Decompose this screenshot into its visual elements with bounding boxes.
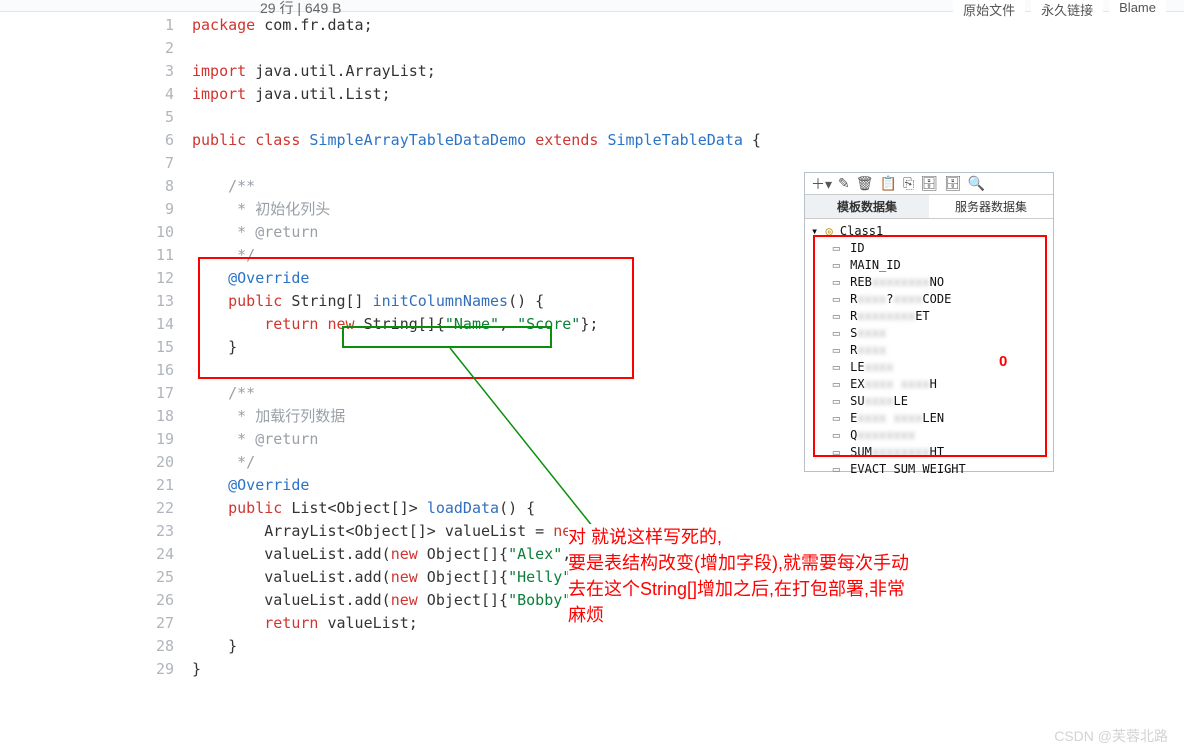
code-line: 1package com.fr.data; <box>148 14 1168 37</box>
line-number: 11 <box>148 244 192 267</box>
line-number: 8 <box>148 175 192 198</box>
tree-field[interactable]: ▭ EVACT SUM WEIGHT <box>811 461 1047 478</box>
db1-icon[interactable]: ⎘ <box>903 175 914 192</box>
line-number: 25 <box>148 566 192 589</box>
line-number: 12 <box>148 267 192 290</box>
code-line: 3import java.util.ArrayList; <box>148 60 1168 83</box>
line-number: 1 <box>148 14 192 37</box>
line-number: 29 <box>148 658 192 681</box>
dataset-toolbar: ＋▾ ✎ 🗑 📋 ⎘ 🗄 🗄 🔍 <box>805 173 1053 195</box>
code-content: */ <box>192 451 255 474</box>
code-content: * 加载行列数据 <box>192 405 345 428</box>
search-icon[interactable]: 🔍 <box>968 175 985 192</box>
code-content: return new String[]{"Name", "Score"}; <box>192 313 598 336</box>
tree-field[interactable]: ▭ Rxxxx?xxxxCODE <box>811 291 1047 308</box>
code-content: } <box>192 336 237 359</box>
line-number: 18 <box>148 405 192 428</box>
code-content: valueList.add(new Object[]{"Alex", 15}); <box>192 543 626 566</box>
code-content: @Override <box>192 474 309 497</box>
line-number: 26 <box>148 589 192 612</box>
line-number: 6 <box>148 129 192 152</box>
watermark: CSDN @芙蓉北路 <box>1054 726 1168 746</box>
line-number: 3 <box>148 60 192 83</box>
line-number: 9 <box>148 198 192 221</box>
code-content: return valueList; <box>192 612 418 635</box>
tree-field[interactable]: ▭ Qxxxxxxxx <box>811 427 1047 444</box>
plus-icon[interactable]: ＋▾ <box>811 174 832 194</box>
tree-field[interactable]: ▭ Exxxx xxxxLEN <box>811 410 1047 427</box>
code-line: 28 } <box>148 635 1168 658</box>
code-content: import java.util.ArrayList; <box>192 60 436 83</box>
code-line: 29} <box>148 658 1168 681</box>
tree-field[interactable]: ▭ LExxxx <box>811 359 1047 376</box>
tree-field[interactable]: ▭ RxxxxxxxxET <box>811 308 1047 325</box>
code-content: @Override <box>192 267 309 290</box>
tab-server-dataset[interactable]: 服务器数据集 <box>929 195 1053 218</box>
code-content: * 初始化列头 <box>192 198 330 221</box>
line-number: 10 <box>148 221 192 244</box>
line-number: 21 <box>148 474 192 497</box>
db3-icon[interactable]: 🗄 <box>944 175 962 192</box>
tab-template-dataset[interactable]: 模板数据集 <box>805 195 929 218</box>
line-number: 23 <box>148 520 192 543</box>
code-content: public List<Object[]> loadData() { <box>192 497 535 520</box>
tree-field[interactable]: ▭ Rxxxx <box>811 342 1047 359</box>
line-number: 16 <box>148 359 192 382</box>
tree-field[interactable]: ▭ EXxxxx xxxxH <box>811 376 1047 393</box>
code-content: } <box>192 635 237 658</box>
line-number: 24 <box>148 543 192 566</box>
code-content: public class SimpleArrayTableDataDemo ex… <box>192 129 761 152</box>
line-number: 14 <box>148 313 192 336</box>
tree-field[interactable]: ▭ MAIN_ID <box>811 257 1047 274</box>
code-content: /** <box>192 382 255 405</box>
code-content: import java.util.List; <box>192 83 391 106</box>
tree-field[interactable]: ▭ SUMxxxxxxxxHT <box>811 444 1047 461</box>
code-content: /** <box>192 175 255 198</box>
line-number: 17 <box>148 382 192 405</box>
code-content: } <box>192 658 201 681</box>
copy-icon[interactable]: 📋 <box>880 175 897 192</box>
tree-field[interactable]: ▭ ID <box>811 240 1047 257</box>
edit-icon[interactable]: ✎ <box>838 175 850 192</box>
line-number: 22 <box>148 497 192 520</box>
code-content: * @return <box>192 428 318 451</box>
delete-icon[interactable]: 🗑 <box>856 175 874 192</box>
code-content: */ <box>192 244 255 267</box>
tree-field[interactable]: ▭ SUxxxxLE <box>811 393 1047 410</box>
code-line: 2 <box>148 37 1168 60</box>
code-line: 5 <box>148 106 1168 129</box>
line-number: 19 <box>148 428 192 451</box>
line-number: 20 <box>148 451 192 474</box>
code-content: package com.fr.data; <box>192 14 373 37</box>
line-number: 2 <box>148 37 192 60</box>
dataset-tabs: 模板数据集 服务器数据集 <box>805 195 1053 219</box>
line-number: 13 <box>148 290 192 313</box>
line-number: 15 <box>148 336 192 359</box>
line-number: 7 <box>148 152 192 175</box>
annotation-badge: 0 <box>999 353 1007 370</box>
tree-field[interactable]: ▭ REBxxxxxxxxNO <box>811 274 1047 291</box>
tree-field[interactable]: ▭ Sxxxx <box>811 325 1047 342</box>
code-line: 6public class SimpleArrayTableDataDemo e… <box>148 129 1168 152</box>
db2-icon[interactable]: 🗄 <box>920 175 938 192</box>
dataset-tree: ▾ ◎ Class1 ▭ ID ▭ MAIN_ID ▭ REBxxxxxxxxN… <box>805 219 1053 482</box>
annotation-text: 对 就说这样写死的, 要是表结构改变(增加字段),就需要每次手动 去在这个Str… <box>568 524 1008 628</box>
code-line: 22 public List<Object[]> loadData() { <box>148 497 1168 520</box>
line-number: 5 <box>148 106 192 129</box>
code-line: 4import java.util.List; <box>148 83 1168 106</box>
line-number: 28 <box>148 635 192 658</box>
dataset-panel: ＋▾ ✎ 🗑 📋 ⎘ 🗄 🗄 🔍 模板数据集 服务器数据集 ▾ ◎ Class1… <box>804 172 1054 472</box>
line-number: 4 <box>148 83 192 106</box>
code-content: * @return <box>192 221 318 244</box>
line-number: 27 <box>148 612 192 635</box>
code-content: public String[] initColumnNames() { <box>192 290 544 313</box>
tree-root[interactable]: ▾ ◎ Class1 <box>811 223 1047 240</box>
